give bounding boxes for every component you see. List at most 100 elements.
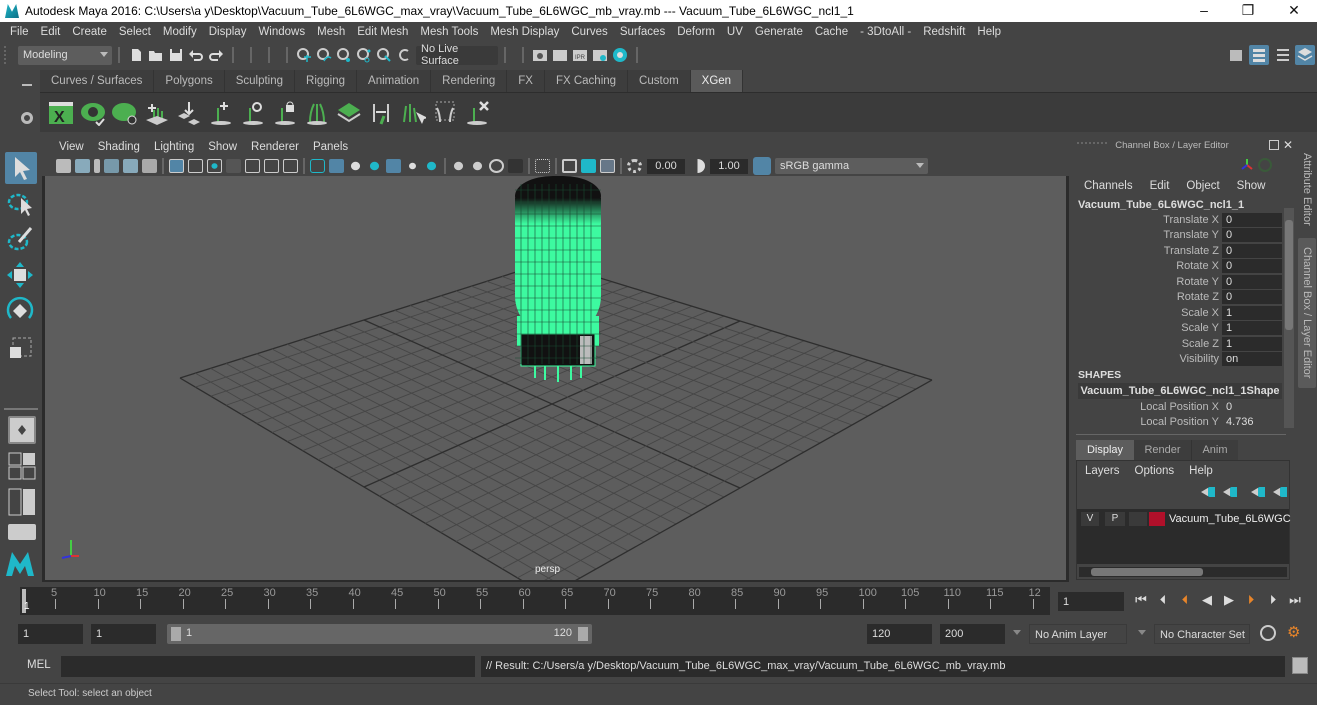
close-button[interactable]: ✕ xyxy=(1271,0,1317,22)
vacuum-tube-mesh[interactable] xyxy=(515,176,601,382)
menu-modify[interactable]: Modify xyxy=(157,26,203,38)
channel-row[interactable]: Rotate Z0 xyxy=(1072,290,1282,306)
layer-row[interactable]: V P Vacuum_Tube_6L6WGC xyxy=(1081,512,1291,526)
viewport-menu-lighting[interactable]: Lighting xyxy=(147,141,201,153)
go-to-end-icon[interactable]: ⏭ xyxy=(1284,592,1306,608)
live-surface-field[interactable]: No Live Surface xyxy=(416,43,498,67)
menu-deform[interactable]: Deform xyxy=(671,26,721,38)
channel-label[interactable]: Rotate X xyxy=(1072,260,1222,272)
channel-label[interactable]: Rotate Y xyxy=(1072,276,1222,288)
step-forward-key-icon[interactable]: ⏵ xyxy=(1240,592,1262,608)
move-layer-down-icon[interactable] xyxy=(1223,487,1237,497)
wireframe-on-shaded-icon[interactable] xyxy=(348,159,363,173)
attribute-editor-toggle-icon[interactable] xyxy=(1249,45,1269,65)
float-panel-icon[interactable] xyxy=(1269,140,1279,150)
delete-guides-icon[interactable] xyxy=(464,100,490,126)
guide-lengths-icon[interactable] xyxy=(304,100,330,126)
channel-box-scrollbar[interactable] xyxy=(1284,208,1294,428)
channel-value[interactable]: 0 xyxy=(1222,259,1282,274)
layer-visibility-toggle[interactable]: V xyxy=(1081,512,1099,526)
scrollbar-thumb[interactable] xyxy=(1091,568,1203,576)
exposure-field[interactable]: 0.00 xyxy=(647,158,685,174)
command-input[interactable] xyxy=(61,656,475,677)
tab-rendering[interactable]: Rendering xyxy=(431,70,508,92)
redo-icon[interactable] xyxy=(208,47,224,63)
channel-value[interactable]: 1 xyxy=(1222,305,1282,320)
menu-3dtoall[interactable]: - 3DtoAll - xyxy=(854,26,917,38)
shadows-icon[interactable] xyxy=(405,159,420,173)
menu-mesh[interactable]: Mesh xyxy=(311,26,351,38)
bookmark-icon[interactable] xyxy=(94,159,100,173)
snap-point-icon[interactable] xyxy=(336,47,352,63)
tab-animation[interactable]: Animation xyxy=(357,70,432,92)
move-layer-up-icon[interactable] xyxy=(1201,487,1215,497)
grid-guides-icon[interactable] xyxy=(336,100,362,126)
channel-menu-edit[interactable]: Edit xyxy=(1150,180,1170,192)
preview-icon[interactable] xyxy=(80,100,106,127)
tab-polygons[interactable]: Polygons xyxy=(154,70,225,92)
shape-channel-row[interactable]: Local Position Y 4.736 xyxy=(1072,415,1282,431)
hud-icon[interactable] xyxy=(600,159,615,173)
render-view-icon[interactable] xyxy=(532,47,548,63)
menu-surfaces[interactable]: Surfaces xyxy=(614,26,671,38)
screen-space-ao-icon[interactable] xyxy=(424,159,439,173)
field-chart-icon[interactable] xyxy=(245,159,260,173)
undo-icon[interactable] xyxy=(188,47,204,63)
chevron-down-icon[interactable] xyxy=(1013,630,1021,635)
menu-mesh-tools[interactable]: Mesh Tools xyxy=(414,26,484,38)
menu-edit[interactable]: Edit xyxy=(35,26,67,38)
animation-end-field[interactable]: 200 xyxy=(940,624,1005,644)
tab-custom[interactable]: Custom xyxy=(628,70,691,92)
layer-display-type-toggle[interactable] xyxy=(1129,512,1147,526)
scrollbar-thumb[interactable] xyxy=(1285,220,1293,330)
gear-icon[interactable] xyxy=(21,112,33,124)
use-all-lights-icon[interactable] xyxy=(386,159,401,173)
current-frame-field[interactable]: 1 xyxy=(1058,592,1124,611)
layer-hscrollbar[interactable] xyxy=(1079,567,1287,577)
motion-blur-icon[interactable] xyxy=(451,159,466,173)
rotate-tool-icon[interactable] xyxy=(5,296,37,328)
move-tool-icon[interactable] xyxy=(5,260,37,292)
textured-icon[interactable] xyxy=(367,159,382,173)
menu-curves[interactable]: Curves xyxy=(565,26,613,38)
smooth-shade-icon[interactable] xyxy=(329,159,344,173)
menu-edit-mesh[interactable]: Edit Mesh xyxy=(351,26,414,38)
tab-fx[interactable]: FX xyxy=(507,70,545,92)
layer-menu-help[interactable]: Help xyxy=(1189,465,1213,477)
animation-start-field[interactable]: 1 xyxy=(18,624,83,644)
viewport-menu-view[interactable]: View xyxy=(52,141,91,153)
range-start-handle[interactable] xyxy=(171,627,181,641)
channel-label[interactable]: Scale Z xyxy=(1072,338,1222,350)
xray-joints-icon[interactable] xyxy=(562,159,577,173)
2d-pan-zoom-icon[interactable] xyxy=(123,159,138,173)
channel-label[interactable]: Local Position Y xyxy=(1072,416,1222,428)
channel-value[interactable]: 0 xyxy=(1222,400,1282,414)
grip-handle[interactable] xyxy=(4,46,14,64)
channel-row[interactable]: Translate Z0 xyxy=(1072,243,1282,259)
channel-row[interactable]: Translate Y0 xyxy=(1072,228,1282,244)
play-backwards-icon[interactable]: ◀ xyxy=(1196,592,1218,608)
channel-row[interactable]: Scale X1 xyxy=(1072,305,1282,321)
persp-outliner-layout-icon[interactable] xyxy=(8,488,36,516)
snap-view-plane-icon[interactable] xyxy=(356,47,372,63)
menu-help[interactable]: Help xyxy=(971,26,1007,38)
channel-row[interactable]: Translate X0 xyxy=(1072,212,1282,228)
camera-select-icon[interactable] xyxy=(56,159,71,173)
menu-set-dropdown[interactable]: Modeling xyxy=(18,45,112,65)
new-layer-selected-icon[interactable] xyxy=(1273,487,1287,497)
layer-playback-toggle[interactable]: P xyxy=(1105,512,1125,526)
image-plane-icon[interactable] xyxy=(104,159,119,173)
character-set-dropdown[interactable]: No Character Set xyxy=(1154,624,1250,644)
menu-uv[interactable]: UV xyxy=(721,26,749,38)
channel-label[interactable]: Translate Z xyxy=(1072,245,1222,257)
layer-color-swatch[interactable] xyxy=(1149,512,1165,526)
channel-value[interactable]: 0 xyxy=(1222,290,1282,305)
play-forwards-icon[interactable]: ▶ xyxy=(1218,592,1240,608)
safe-title-icon[interactable] xyxy=(283,159,298,173)
safe-action-icon[interactable] xyxy=(264,159,279,173)
channel-label[interactable]: Translate X xyxy=(1072,214,1222,226)
channel-label[interactable]: Local Position X xyxy=(1072,401,1222,413)
layer-menu-options[interactable]: Options xyxy=(1135,465,1175,477)
isolate-select-icon[interactable] xyxy=(508,159,523,173)
menu-create[interactable]: Create xyxy=(66,26,113,38)
